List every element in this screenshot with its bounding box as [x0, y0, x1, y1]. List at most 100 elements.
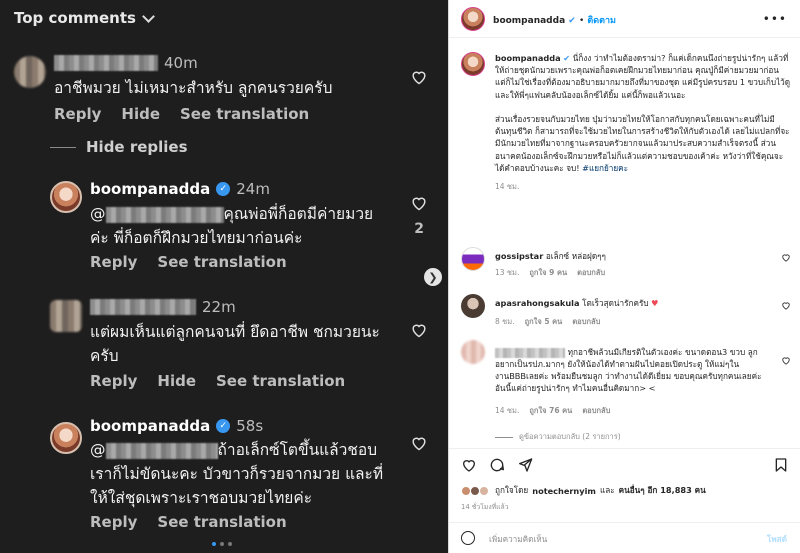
reply-actions: Reply See translation [90, 253, 287, 271]
comment-time: 8 ชม. [495, 317, 515, 326]
blurred-mention[interactable] [105, 442, 218, 459]
avatar[interactable] [461, 52, 485, 76]
blurred-username[interactable] [90, 299, 196, 315]
avatar[interactable] [50, 181, 82, 213]
comment-username[interactable]: apasrahongsakula [495, 298, 580, 308]
post-button[interactable]: โพสต์ [767, 533, 787, 546]
comment-meta: 8 ชม. ถูกใจ 5 คน ตอบกลับ [495, 316, 600, 328]
liked-by-others[interactable]: คนอื่นๆ อีก 18,883 คน [619, 484, 706, 497]
see-translation-button[interactable]: See translation [157, 253, 286, 271]
hide-button[interactable]: Hide [157, 372, 196, 390]
comment-time: 40m [164, 54, 198, 72]
comment-input[interactable]: เพิ่มความคิดเห็น [489, 533, 547, 546]
post-caption: boompanadda ✔ นี่ก็งง ว่าทำไมต้องดราม่า?… [495, 52, 791, 193]
reply-username[interactable]: boompanadda [90, 417, 210, 435]
comment-time: 14 ชม. [495, 406, 520, 415]
avatar[interactable] [50, 422, 82, 454]
action-bar [449, 448, 800, 480]
like-heart-icon[interactable] [781, 253, 791, 262]
sort-label: Top comments [14, 9, 136, 27]
like-heart-icon[interactable] [410, 322, 428, 338]
reply-button[interactable]: ตอบกลับ [572, 316, 600, 328]
comment-likes[interactable]: ถูกใจ 76 คน [529, 405, 572, 417]
comment-meta: 13 ชม. ถูกใจ 9 คน ตอบกลับ [495, 267, 605, 279]
red-heart-emoji-icon: ♥ [651, 298, 659, 308]
post-header: boompanadda ✔ • ติดตาม ••• [449, 0, 800, 38]
blurred-mention[interactable] [105, 206, 224, 223]
see-translation-button[interactable]: See translation [216, 372, 345, 390]
liked-by-user[interactable]: notechernyim [532, 486, 596, 496]
reply-button[interactable]: Reply [90, 253, 137, 271]
like-heart-icon[interactable] [461, 457, 477, 473]
avatar[interactable] [461, 294, 485, 318]
hide-replies-label: Hide replies [86, 138, 188, 156]
add-comment-bar: เพิ่มความคิดเห็น โพสต์ [449, 522, 800, 553]
reply-button[interactable]: ตอบกลับ [577, 267, 605, 279]
carousel-dots [212, 542, 232, 546]
share-paper-plane-icon[interactable] [517, 457, 533, 473]
like-heart-icon[interactable] [410, 195, 428, 211]
liked-by-prefix: ถูกใจโดย [495, 485, 529, 495]
like-heart-icon[interactable] [410, 69, 428, 85]
follow-button[interactable]: ติดตาม [587, 16, 616, 26]
blurred-username [54, 55, 158, 71]
like-heart-icon[interactable] [781, 356, 791, 365]
avatar[interactable] [14, 56, 46, 88]
comment-username[interactable]: gossipstar [495, 251, 543, 261]
comment-likes[interactable]: ถูกใจ 5 คน [525, 316, 563, 328]
hashtag-link[interactable]: #แยกย้ายคะ [582, 163, 628, 173]
reply-button[interactable]: Reply [90, 513, 137, 531]
avatar[interactable] [461, 340, 485, 364]
comment-username[interactable]: 40m [54, 54, 198, 72]
avatar[interactable] [50, 300, 82, 332]
view-replies-button[interactable]: ดูข้อความตอบกลับ (2 รายการ) [495, 431, 621, 443]
mention-prefix: @ [90, 205, 106, 223]
caption-username[interactable]: boompanadda [495, 53, 561, 63]
comment-time: 13 ชม. [495, 268, 520, 277]
reply-username[interactable]: boompanadda [90, 180, 210, 198]
post-age: 14 ชั่วโมงที่แล้ว [461, 503, 509, 511]
header-user: boompanadda ✔ • ติดตาม [493, 13, 616, 27]
reply-text-line-1: @ ถ้าอเล็กซ์โตขึ้นแล้วชอบ [90, 438, 377, 462]
avatar[interactable] [461, 247, 485, 271]
comment-text: อเล็กซ์ หล่อฝุดๆๆ [545, 251, 606, 261]
reply-text-line-3: ให้ใส่ชุดเพราะเราชอบมวยไทยค่ะ [90, 489, 313, 507]
verified-badge-icon: ✔ [568, 16, 576, 26]
dot [220, 542, 224, 546]
dot [228, 542, 232, 546]
reply-button[interactable]: Reply [90, 372, 137, 390]
verified-badge-icon: ✓ [216, 182, 231, 196]
mini-avatar [479, 485, 489, 496]
dot [212, 542, 216, 546]
header-username[interactable]: boompanadda [493, 16, 565, 26]
next-arrow-icon[interactable]: ❯ [424, 268, 442, 286]
blurred-username[interactable] [495, 347, 565, 358]
emoji-icon[interactable] [461, 531, 475, 545]
caption-paragraph-2: ส่วนเรื่องรวยจนกับมวยไทย บุ๋มว่ามวยไทยให… [495, 114, 790, 173]
more-options-icon[interactable]: ••• [763, 12, 787, 26]
reply-button[interactable]: Reply [54, 105, 101, 123]
reply-text-line-1: @ คุณพ่อพี่ก็อตมีค่ายมวย [90, 202, 373, 226]
reply-username-row: 22m [90, 298, 236, 316]
reply-text-line-1: แต่ผมเห็นแต่ลูกคนจนที่ ยึดอาชีพ ชกมวยนะ [90, 323, 380, 341]
save-bookmark-icon[interactable] [773, 457, 789, 473]
hide-replies-button[interactable]: Hide replies [50, 138, 188, 156]
verified-badge-icon: ✓ [216, 419, 231, 433]
comment-bubble-icon[interactable] [489, 457, 505, 473]
reply-button[interactable]: ตอบกลับ [582, 405, 610, 417]
reply-text-part: คุณพ่อพี่ก็อตมีค่ายมวย [223, 205, 374, 223]
avatar[interactable] [461, 7, 485, 31]
hide-button[interactable]: Hide [121, 105, 160, 123]
reply-text-part: ถ้าอเล็กซ์โตขึ้นแล้วชอบ [217, 441, 378, 459]
see-translation-button[interactable]: See translation [180, 105, 309, 123]
mention-prefix: @ [90, 441, 106, 459]
see-translation-button[interactable]: See translation [157, 513, 286, 531]
reply-time: 22m [202, 298, 236, 316]
verified-badge-icon: ✔ [563, 53, 571, 63]
comment-likes[interactable]: ถูกใจ 9 คน [529, 267, 567, 279]
like-heart-icon[interactable] [410, 435, 428, 451]
like-heart-icon[interactable] [781, 301, 791, 310]
comment-text: อาชีพมวย ไม่เหมาะสำหรับ ลูกคนรวยครับ [54, 79, 333, 97]
chevron-down-icon [142, 9, 155, 23]
sort-dropdown[interactable]: Top comments [14, 9, 155, 27]
